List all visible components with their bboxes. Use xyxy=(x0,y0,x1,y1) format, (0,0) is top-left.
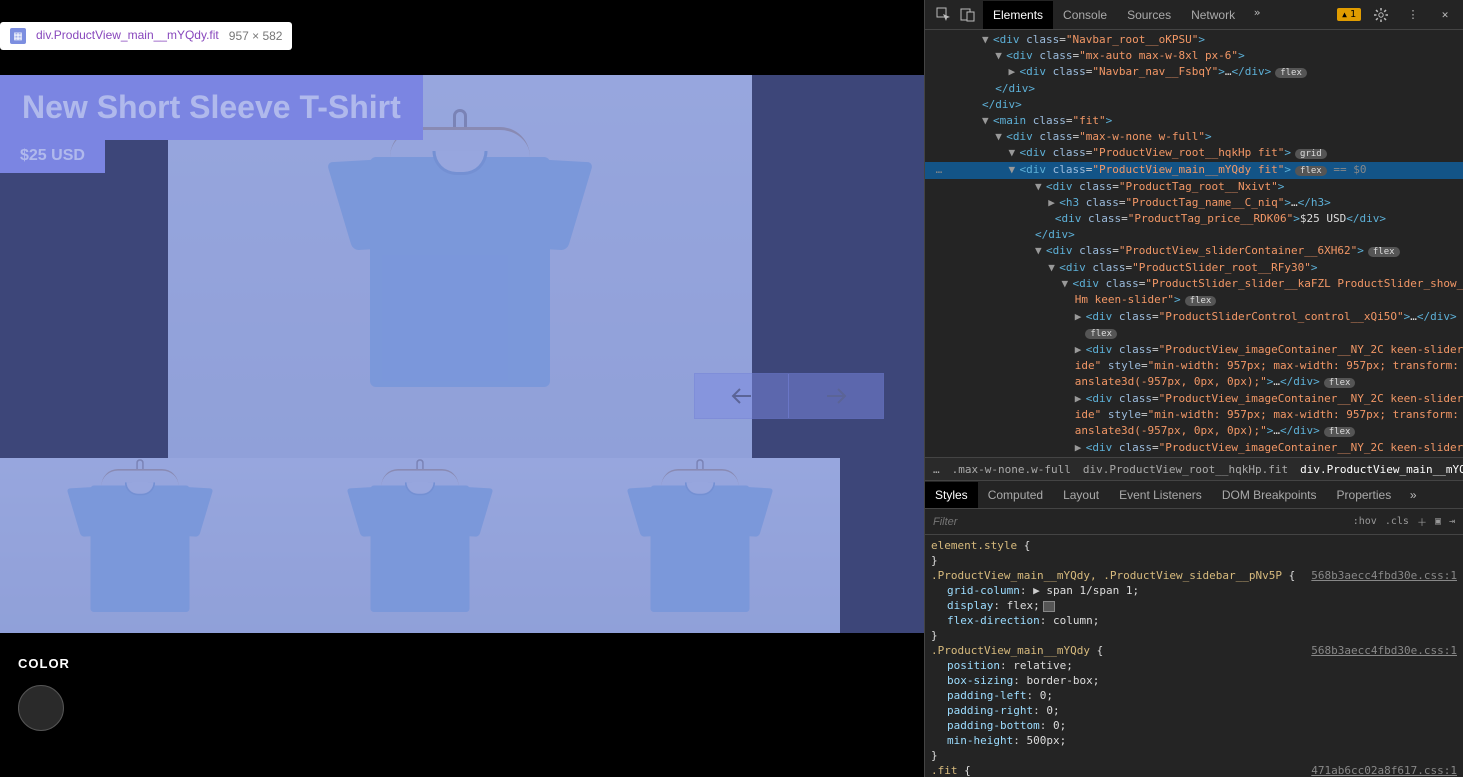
layout-icon: ▦ xyxy=(10,28,26,44)
inspect-element-icon[interactable] xyxy=(931,3,955,27)
tab-dom-breakpoints[interactable]: DOM Breakpoints xyxy=(1212,482,1327,508)
tab-event-listeners[interactable]: Event Listeners xyxy=(1109,482,1212,508)
tab-styles[interactable]: Styles xyxy=(925,482,978,508)
more-tabs-icon[interactable]: » xyxy=(1245,1,1269,25)
elements-breadcrumb[interactable]: … .max-w-none.w-full div.ProductView_roo… xyxy=(925,457,1463,481)
tab-sources[interactable]: Sources xyxy=(1117,1,1181,29)
tab-properties[interactable]: Properties xyxy=(1327,482,1402,508)
styles-filter-bar: :hov .cls ＋ ▣ ⇥ xyxy=(925,509,1463,535)
styles-filter-input[interactable] xyxy=(933,516,1345,528)
warnings-badge[interactable]: 1 xyxy=(1337,8,1361,21)
inspect-tooltip: ▦ div.ProductView_main__mYQdy.fit 957 × … xyxy=(0,22,292,50)
elements-tree[interactable]: ▼<div class="Navbar_root__oKPSU"> ▼<div … xyxy=(925,30,1463,457)
tab-layout[interactable]: Layout xyxy=(1053,482,1109,508)
devtools-panel: Elements Console Sources Network » 1 ⋮ ✕… xyxy=(924,0,1463,777)
selected-element-line: … ▼<div class="ProductView_main__mYQdy f… xyxy=(925,162,1463,179)
devtools-tabs: Elements Console Sources Network » xyxy=(983,1,1269,29)
gear-icon[interactable] xyxy=(1369,3,1393,27)
devtools-toolbar: Elements Console Sources Network » 1 ⋮ ✕ xyxy=(925,0,1463,30)
tab-computed[interactable]: Computed xyxy=(978,482,1053,508)
more-styles-tabs-icon[interactable]: » xyxy=(1401,483,1425,507)
inspect-highlight-overlay xyxy=(0,75,924,633)
hov-toggle[interactable]: :hov xyxy=(1353,516,1377,527)
inspect-selector: div.ProductView_main__mYQdy.fit xyxy=(36,28,219,44)
new-rule-icon[interactable]: ＋ xyxy=(1417,514,1427,529)
page-viewport: ▦ div.ProductView_main__mYQdy.fit 957 × … xyxy=(0,0,924,777)
styles-rules[interactable]: element.style { } 568b3aecc4fbd30e.css:1… xyxy=(925,535,1463,777)
close-icon[interactable]: ✕ xyxy=(1433,3,1457,27)
tab-network[interactable]: Network xyxy=(1181,1,1245,29)
styles-tabs: Styles Computed Layout Event Listeners D… xyxy=(925,481,1463,509)
device-toggle-icon[interactable] xyxy=(955,3,979,27)
tab-console[interactable]: Console xyxy=(1053,1,1117,29)
computed-toggle-icon[interactable]: ⇥ xyxy=(1449,516,1455,527)
color-section: COLOR xyxy=(18,656,70,731)
color-label: COLOR xyxy=(18,656,70,671)
cls-toggle[interactable]: .cls xyxy=(1385,516,1409,527)
box-model-icon[interactable]: ▣ xyxy=(1435,516,1441,527)
inspect-dimensions: 957 × 582 xyxy=(229,29,283,43)
kebab-icon[interactable]: ⋮ xyxy=(1401,3,1425,27)
tab-elements[interactable]: Elements xyxy=(983,1,1053,29)
color-swatch-black[interactable] xyxy=(18,685,64,731)
